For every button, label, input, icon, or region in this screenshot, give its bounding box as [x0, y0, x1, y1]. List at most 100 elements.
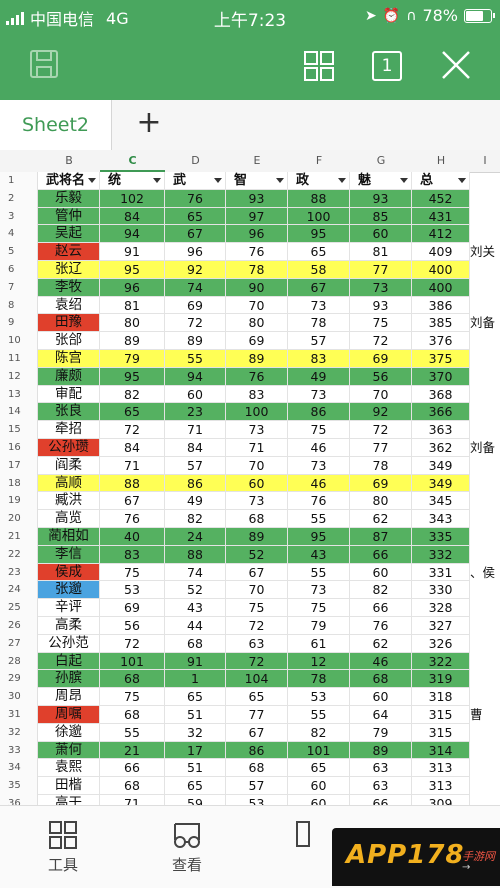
value-cell[interactable]: 49	[288, 367, 350, 386]
value-cell[interactable]: 49	[165, 492, 226, 511]
filter-dropdown-icon[interactable]	[276, 178, 284, 183]
value-cell[interactable]: 81	[100, 296, 165, 315]
value-cell[interactable]: 52	[226, 545, 288, 564]
value-cell[interactable]: 66	[350, 795, 412, 805]
value-cell[interactable]: 73	[288, 385, 350, 404]
value-cell[interactable]: 69	[100, 599, 165, 617]
value-cell[interactable]: 56	[100, 617, 165, 635]
value-cell[interactable]: 65	[226, 688, 288, 706]
row-number[interactable]: 27	[0, 634, 38, 653]
row-number[interactable]: 14	[0, 403, 38, 422]
value-cell[interactable]: 82	[165, 510, 226, 528]
value-cell[interactable]: 95	[288, 225, 350, 244]
value-cell[interactable]: 76	[165, 189, 226, 208]
grid-view-icon[interactable]	[303, 50, 335, 82]
value-cell[interactable]: 83	[288, 350, 350, 368]
overflow-cell[interactable]	[470, 278, 500, 297]
value-cell[interactable]: 76	[226, 243, 288, 261]
value-cell[interactable]: 43	[288, 545, 350, 564]
value-cell[interactable]: 349	[412, 474, 470, 493]
value-cell[interactable]: 368	[412, 385, 470, 404]
value-cell[interactable]: 362	[412, 439, 470, 457]
value-cell[interactable]: 91	[100, 243, 165, 261]
value-cell[interactable]: 375	[412, 350, 470, 368]
name-cell[interactable]: 张辽	[38, 261, 100, 279]
value-cell[interactable]: 95	[100, 367, 165, 386]
row-number[interactable]: 13	[0, 385, 38, 404]
name-cell[interactable]: 公孙范	[38, 634, 100, 653]
name-cell[interactable]: 侯成	[38, 563, 100, 582]
value-cell[interactable]: 71	[165, 421, 226, 439]
value-cell[interactable]: 75	[226, 599, 288, 617]
value-cell[interactable]: 95	[288, 528, 350, 546]
value-cell[interactable]: 104	[226, 670, 288, 689]
overflow-cell[interactable]	[470, 528, 500, 546]
value-cell[interactable]: 74	[165, 278, 226, 297]
overflow-cell[interactable]	[470, 367, 500, 386]
value-cell[interactable]: 332	[412, 545, 470, 564]
add-sheet-button[interactable]: +	[134, 108, 164, 138]
value-cell[interactable]: 72	[100, 421, 165, 439]
value-cell[interactable]: 93	[350, 189, 412, 208]
name-cell[interactable]: 蔺相如	[38, 528, 100, 546]
name-cell[interactable]: 吴起	[38, 225, 100, 244]
value-cell[interactable]: 84	[100, 439, 165, 457]
value-cell[interactable]: 73	[288, 456, 350, 475]
value-cell[interactable]: 77	[226, 706, 288, 724]
column-letter-f[interactable]: F	[288, 150, 350, 172]
value-cell[interactable]: 80	[226, 314, 288, 333]
value-cell[interactable]: 74	[165, 563, 226, 582]
row-number[interactable]: 36	[0, 795, 38, 805]
value-cell[interactable]: 65	[165, 207, 226, 226]
value-cell[interactable]: 75	[288, 599, 350, 617]
value-cell[interactable]: 69	[226, 332, 288, 350]
row-number[interactable]: 32	[0, 723, 38, 742]
name-cell[interactable]: 阎柔	[38, 456, 100, 475]
value-cell[interactable]: 57	[165, 456, 226, 475]
value-cell[interactable]: 63	[350, 759, 412, 778]
value-cell[interactable]: 68	[350, 670, 412, 689]
value-cell[interactable]: 309	[412, 795, 470, 805]
value-cell[interactable]: 43	[165, 599, 226, 617]
value-cell[interactable]: 96	[100, 278, 165, 297]
name-cell[interactable]: 周嘱	[38, 706, 100, 724]
name-cell[interactable]: 高干	[38, 795, 100, 805]
name-cell[interactable]: 陈宫	[38, 350, 100, 368]
value-cell[interactable]: 76	[226, 367, 288, 386]
value-cell[interactable]: 65	[165, 777, 226, 795]
value-cell[interactable]: 66	[350, 599, 412, 617]
value-cell[interactable]: 313	[412, 759, 470, 778]
overflow-cell[interactable]: 曹	[470, 706, 500, 724]
value-cell[interactable]: 67	[226, 723, 288, 742]
value-cell[interactable]: 44	[165, 617, 226, 635]
filter-dropdown-icon[interactable]	[153, 178, 161, 183]
value-cell[interactable]: 72	[226, 617, 288, 635]
tab-sheet2[interactable]: Sheet2	[0, 100, 112, 150]
overflow-cell[interactable]	[470, 403, 500, 422]
header-cell[interactable]: 武	[165, 172, 226, 190]
value-cell[interactable]: 1	[165, 670, 226, 689]
value-cell[interactable]: 318	[412, 688, 470, 706]
value-cell[interactable]: 51	[165, 759, 226, 778]
value-cell[interactable]: 60	[226, 474, 288, 493]
row-number[interactable]: 28	[0, 652, 38, 671]
row-number[interactable]: 29	[0, 670, 38, 689]
value-cell[interactable]: 68	[100, 706, 165, 724]
value-cell[interactable]: 57	[288, 332, 350, 350]
spreadsheet-grid[interactable]: BCDEFGHI 1 武将名统武智政魅总 2 乐毅 102 76 93 88 93 452 3 管仲 8…	[0, 150, 500, 805]
value-cell[interactable]: 88	[288, 189, 350, 208]
value-cell[interactable]: 53	[226, 795, 288, 805]
row-number[interactable]: 25	[0, 599, 38, 617]
value-cell[interactable]: 94	[165, 367, 226, 386]
value-cell[interactable]: 84	[100, 207, 165, 226]
value-cell[interactable]: 100	[226, 403, 288, 422]
value-cell[interactable]: 96	[226, 225, 288, 244]
value-cell[interactable]: 80	[100, 314, 165, 333]
row-number[interactable]: 9	[0, 314, 38, 333]
value-cell[interactable]: 101	[288, 741, 350, 760]
value-cell[interactable]: 71	[100, 795, 165, 805]
overflow-cell[interactable]	[470, 670, 500, 689]
value-cell[interactable]: 32	[165, 723, 226, 742]
value-cell[interactable]: 345	[412, 492, 470, 511]
row-number[interactable]: 20	[0, 510, 38, 528]
